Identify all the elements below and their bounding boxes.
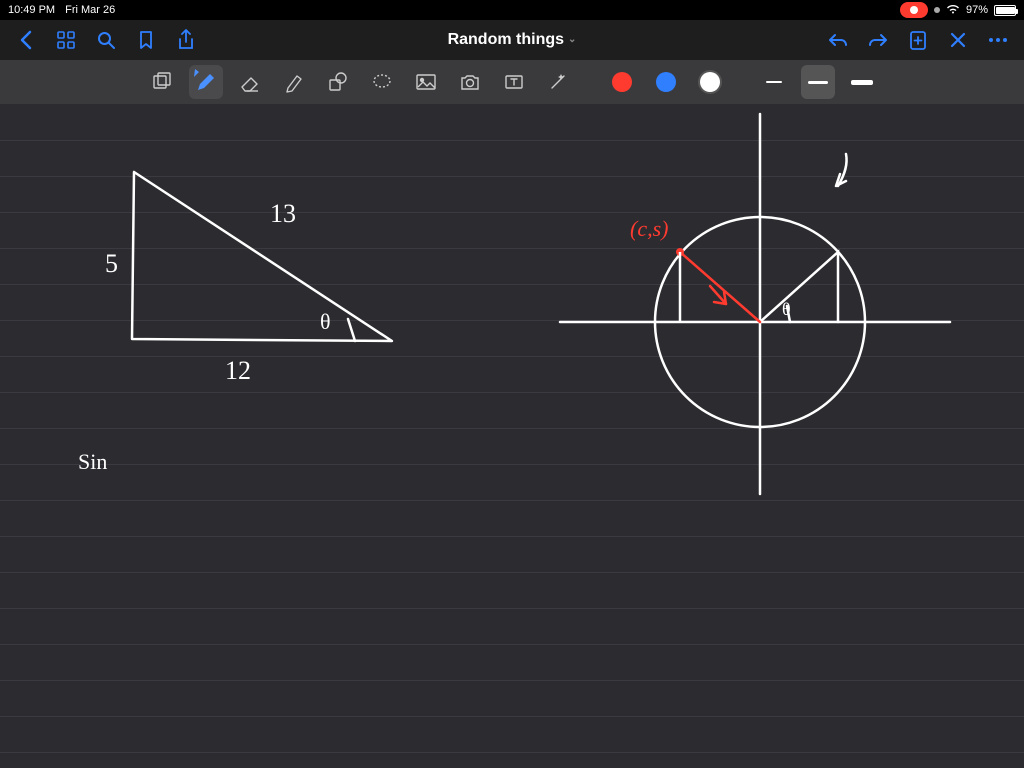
label-coord: (c,s) [630, 216, 668, 242]
color-white[interactable] [693, 65, 727, 99]
status-time: 10:49 PM [8, 4, 55, 16]
highlighter-tool[interactable] [277, 65, 311, 99]
redo-button[interactable] [858, 20, 898, 60]
toolbar [0, 60, 1024, 104]
title-dropdown-icon: ⌄ [568, 34, 576, 45]
grid-view-button[interactable] [46, 20, 86, 60]
color-red[interactable] [605, 65, 639, 99]
canvas[interactable]: 5 13 θ 12 Sin (c,s) θ [0, 104, 1024, 768]
battery-percent: 97% [966, 4, 988, 16]
label-hypotenuse: 13 [270, 199, 296, 229]
image-tool[interactable] [409, 65, 443, 99]
undo-button[interactable] [818, 20, 858, 60]
document-title[interactable]: Random things⌄ [206, 31, 818, 49]
status-bar: 10:49 PM Fri Mar 26 97% [0, 0, 1024, 20]
pen-tool[interactable] [189, 65, 223, 99]
shape-tool[interactable] [321, 65, 355, 99]
drawing-layer [0, 104, 1024, 768]
titlebar: Random things⌄ [0, 20, 1024, 60]
stroke-thick[interactable] [845, 65, 879, 99]
camera-tool[interactable] [453, 65, 487, 99]
label-side-b: 12 [225, 356, 251, 386]
search-button[interactable] [86, 20, 126, 60]
textbox-tool[interactable] [497, 65, 531, 99]
eraser-tool[interactable] [233, 65, 267, 99]
stroke-thin[interactable] [757, 65, 791, 99]
close-button[interactable] [938, 20, 978, 60]
label-angle-theta: θ [320, 309, 331, 335]
stroke-medium[interactable] [801, 65, 835, 99]
orientation-lock-icon [934, 7, 940, 13]
label-circle-theta: θ [782, 299, 791, 320]
zoom-tool[interactable] [145, 65, 179, 99]
battery-icon [994, 5, 1016, 16]
more-button[interactable] [978, 20, 1018, 60]
add-page-button[interactable] [898, 20, 938, 60]
label-side-a: 5 [105, 249, 118, 279]
wand-tool[interactable] [541, 65, 575, 99]
lasso-tool[interactable] [365, 65, 399, 99]
back-button[interactable] [6, 20, 46, 60]
bookmark-button[interactable] [126, 20, 166, 60]
color-blue[interactable] [649, 65, 683, 99]
status-date: Fri Mar 26 [65, 4, 115, 16]
label-sin: Sin [78, 449, 107, 475]
recording-indicator[interactable] [900, 2, 928, 18]
share-button[interactable] [166, 20, 206, 60]
wifi-icon [946, 4, 960, 17]
